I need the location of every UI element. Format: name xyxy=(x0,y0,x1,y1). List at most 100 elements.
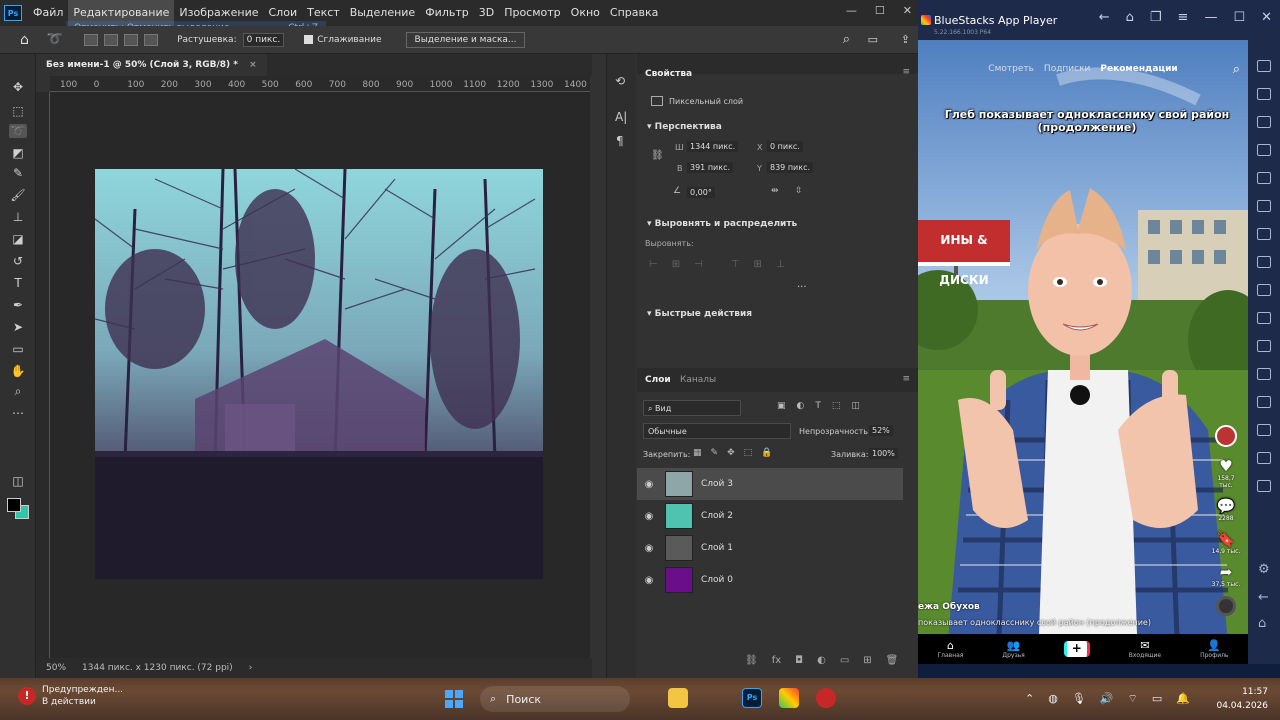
nav-friends[interactable]: 👥 Друзья xyxy=(1002,639,1024,659)
layer-filter-select[interactable]: ⌕ Вид xyxy=(643,400,741,416)
filter-type-icon[interactable]: T xyxy=(815,401,821,411)
menu-view[interactable]: Просмотр xyxy=(499,0,565,26)
app-taskbar-icon[interactable] xyxy=(816,688,836,708)
side-gamepad-icon[interactable] xyxy=(1257,116,1271,128)
share-button[interactable]: ➦ 37,5 тыс. xyxy=(1210,563,1242,588)
side-shake-icon[interactable] xyxy=(1257,284,1271,296)
microphone-icon[interactable]: 🎙 xyxy=(1072,692,1086,706)
photo-canvas[interactable] xyxy=(95,169,543,579)
layer-row[interactable]: ◉ Слой 3 xyxy=(637,468,903,500)
screen-mode-icon[interactable] xyxy=(9,480,27,494)
menu-filter[interactable]: Фильтр xyxy=(420,0,474,26)
filter-smart-icon[interactable]: ◫ xyxy=(851,401,860,411)
eyedropper-tool-icon[interactable]: ✎ xyxy=(9,166,27,180)
music-disc[interactable] xyxy=(1210,596,1242,618)
lasso-tool-icon[interactable]: ➰ xyxy=(9,124,27,138)
multi-instance-icon[interactable]: ❐ xyxy=(1150,10,1162,25)
lock-all-icon[interactable]: 🔒 xyxy=(761,448,772,458)
angle-value[interactable]: 0,00° xyxy=(687,187,715,198)
nav-profile[interactable]: 👤 Профиль xyxy=(1200,639,1228,659)
new-group-icon[interactable]: ▭ xyxy=(840,655,849,666)
bookmark-button[interactable]: 🔖 14,9 тыс. xyxy=(1210,530,1242,555)
volume-icon[interactable]: 🔊 xyxy=(1100,692,1114,706)
align-center-v-icon[interactable]: ⊞ xyxy=(754,259,762,270)
flip-horizontal-icon[interactable]: ⇹ xyxy=(771,186,779,196)
side-controls-icon[interactable] xyxy=(1257,88,1271,100)
opacity-value[interactable]: 52% xyxy=(869,425,893,436)
menu-icon[interactable]: ≡ xyxy=(1178,10,1189,25)
wifi-icon[interactable]: ⌔ xyxy=(1128,692,1138,706)
link-layers-icon[interactable]: ⛓ xyxy=(745,655,758,666)
menu-window[interactable]: Окно xyxy=(566,0,605,26)
y-value[interactable]: 839 пикс. xyxy=(767,162,814,173)
notifications-icon[interactable]: 🔔 xyxy=(1176,692,1190,706)
minimize-icon[interactable]: — xyxy=(1204,10,1217,25)
avatar[interactable] xyxy=(1210,425,1242,449)
lock-pixels-icon[interactable]: ✎ xyxy=(711,448,719,458)
nav-home[interactable]: ⌂ Главная xyxy=(937,639,963,659)
menu-select[interactable]: Выделение xyxy=(345,0,421,26)
align-right-icon[interactable]: ⊣ xyxy=(694,259,703,270)
fill-value[interactable]: 100% xyxy=(869,448,898,459)
side-more-icon[interactable] xyxy=(1257,480,1271,492)
like-button[interactable]: ♥ 158,7 тыс. xyxy=(1210,457,1242,489)
eraser-tool-icon[interactable]: ◪ xyxy=(9,232,27,246)
home-icon[interactable]: ⌂ xyxy=(1126,10,1134,25)
side-back-icon[interactable]: ← xyxy=(1258,590,1269,605)
side-record-icon[interactable] xyxy=(1257,200,1271,212)
tiktok-screen[interactable]: ИНЫ & ДИСКИ Смотреть Подписки Рекомендац… xyxy=(918,40,1248,664)
align-top-icon[interactable]: ⊤ xyxy=(731,259,740,270)
nav-create[interactable]: + xyxy=(1063,641,1090,657)
menu-help[interactable]: Справка xyxy=(605,0,663,26)
feed-tab-following[interactable]: Подписки xyxy=(1044,64,1090,74)
type-tool-icon[interactable]: T xyxy=(9,276,27,290)
more-tools-icon[interactable]: ⋯ xyxy=(9,406,27,420)
tray-chevron-icon[interactable]: ⌃ xyxy=(1025,692,1034,706)
align-bottom-icon[interactable]: ⊥ xyxy=(776,259,785,270)
foreground-color[interactable] xyxy=(7,498,21,512)
feed-tab-recommended[interactable]: Рекомендации xyxy=(1100,64,1177,74)
maximize-icon[interactable]: ☐ xyxy=(1233,10,1245,25)
eye-icon[interactable]: ◉ xyxy=(637,511,661,522)
adjustment-layer-icon[interactable]: ◐ xyxy=(817,655,826,666)
close-icon[interactable]: ✕ xyxy=(903,4,912,17)
blend-mode-select[interactable]: Обычные xyxy=(643,423,791,439)
zoom-tool-icon[interactable]: ⌕ xyxy=(9,384,27,398)
side-home-icon[interactable]: ⌂ xyxy=(1258,616,1266,631)
filter-pixel-icon[interactable]: ▣ xyxy=(777,401,786,411)
lock-artboard-icon[interactable]: ⬚ xyxy=(744,448,753,458)
side-screenshot-icon[interactable] xyxy=(1257,172,1271,184)
quick-select-tool-icon[interactable]: ◩ xyxy=(9,146,27,160)
menu-file[interactable]: Файл xyxy=(28,0,68,26)
file-explorer-icon[interactable] xyxy=(668,688,688,708)
path-select-tool-icon[interactable]: ➤ xyxy=(9,320,27,334)
comment-button[interactable]: 💬 2288 xyxy=(1210,497,1242,522)
x-value[interactable]: 0 пикс. xyxy=(767,141,803,152)
quick-actions-section[interactable]: ▾ Быстрые действия xyxy=(647,309,752,319)
feather-input[interactable]: 0 пикс. xyxy=(242,32,285,47)
taskbar-search[interactable]: ⌕ Поиск xyxy=(480,686,630,712)
feed-tab-watch[interactable]: Смотреть xyxy=(988,64,1034,74)
layer-row[interactable]: ◉ Слой 0 xyxy=(637,564,903,596)
rectangle-tool-icon[interactable]: ▭ xyxy=(9,342,27,356)
side-keyboard-icon[interactable] xyxy=(1257,60,1271,72)
layer-row[interactable]: ◉ Слой 1 xyxy=(637,532,903,564)
hand-tool-icon[interactable]: ✋ xyxy=(9,364,27,378)
tray-network-icon[interactable]: ◍ xyxy=(1048,692,1058,706)
more-options-icon[interactable]: ··· xyxy=(797,282,807,293)
share-icon[interactable]: ⇪ xyxy=(901,33,910,46)
side-folder-icon[interactable] xyxy=(1257,228,1271,240)
side-macro-icon[interactable] xyxy=(1257,340,1271,352)
minimize-icon[interactable]: — xyxy=(846,4,857,17)
filter-adjust-icon[interactable]: ◐ xyxy=(797,401,805,411)
video-author[interactable]: ежа Обухов xyxy=(918,602,980,612)
canvas-area[interactable] xyxy=(50,92,590,658)
intersect-selection-icon[interactable] xyxy=(144,33,159,46)
notification-widget[interactable]: ! Предупрежден... В действии xyxy=(18,684,123,708)
history-panel-icon[interactable]: ⟲ xyxy=(615,74,625,88)
status-arrow-icon[interactable]: › xyxy=(249,663,253,673)
bluestacks-taskbar-icon[interactable] xyxy=(779,688,799,708)
add-selection-icon[interactable] xyxy=(104,33,119,46)
lock-transparency-icon[interactable]: ▦ xyxy=(693,448,702,458)
home-icon[interactable]: ⌂ xyxy=(20,32,29,48)
